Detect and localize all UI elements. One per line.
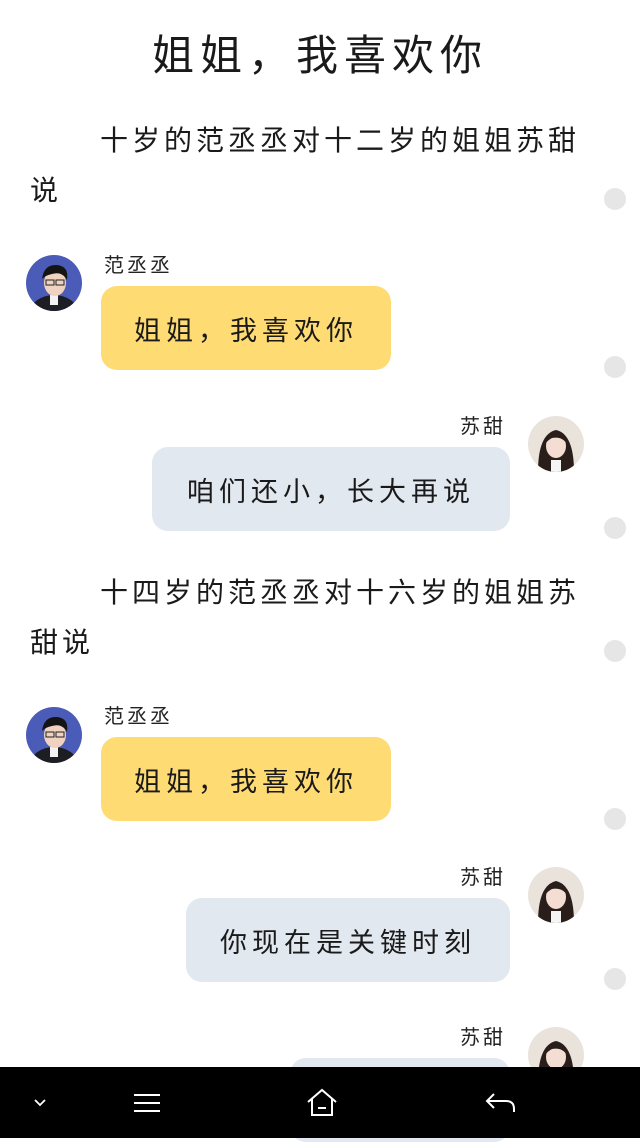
- avatar-fan[interactable]: [26, 707, 82, 763]
- message-bubble[interactable]: 姐姐，我喜欢你: [101, 286, 391, 370]
- sender-name: 范丞丞: [104, 704, 173, 728]
- system-nav-bar: [0, 1067, 640, 1138]
- sender-name: 范丞丞: [104, 253, 173, 277]
- chevron-down-icon[interactable]: [20, 1067, 60, 1138]
- comment-dot[interactable]: [604, 968, 626, 990]
- comment-dot[interactable]: [604, 640, 626, 662]
- narration-text: 十岁的范丞丞对十二岁的姐姐苏甜说: [30, 124, 581, 207]
- comment-dot[interactable]: [604, 356, 626, 378]
- narration-text: 十四岁的范丞丞对十六岁的姐姐苏甜说: [30, 576, 581, 659]
- story-title: 姐姐，我喜欢你: [151, 31, 488, 80]
- comment-dot[interactable]: [604, 517, 626, 539]
- comment-dot[interactable]: [604, 808, 626, 830]
- message-bubble[interactable]: 咱们还小，长大再说: [152, 447, 510, 531]
- comment-dot[interactable]: [604, 188, 626, 210]
- message-bubble[interactable]: 姐姐，我喜欢你: [101, 737, 391, 821]
- avatar-su[interactable]: [528, 416, 584, 472]
- message-bubble[interactable]: 你现在是关键时刻: [186, 898, 510, 982]
- avatar-su[interactable]: [528, 867, 584, 923]
- avatar-fan[interactable]: [26, 255, 82, 311]
- sender-name: 苏甜: [460, 414, 506, 438]
- sender-name: 苏甜: [460, 865, 506, 889]
- back-icon[interactable]: [478, 1067, 522, 1138]
- sender-name: 苏甜: [460, 1025, 506, 1049]
- menu-icon[interactable]: [126, 1067, 168, 1138]
- home-icon[interactable]: [300, 1067, 344, 1138]
